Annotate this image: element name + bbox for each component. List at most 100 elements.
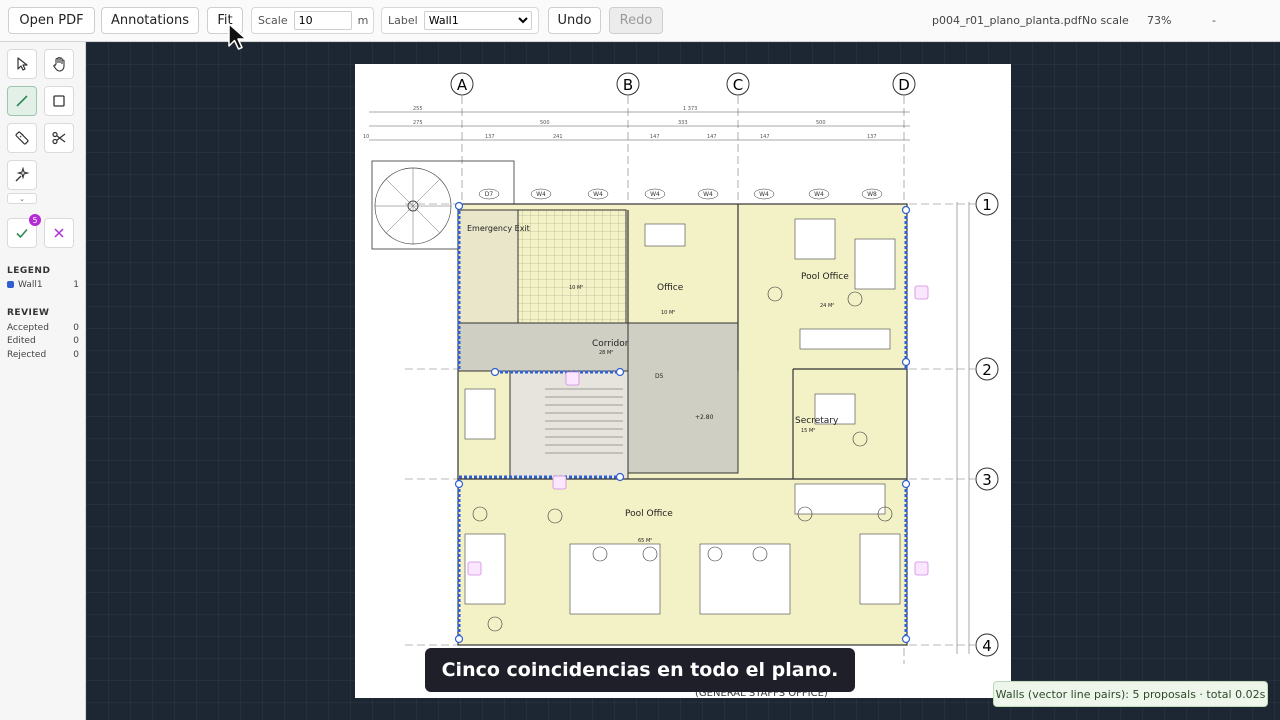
wc-room [517,209,627,324]
dimension-text: 275 [413,120,423,126]
pan-tool-button[interactable] [44,49,74,79]
axis-label: B [623,76,633,94]
review-label: Edited [7,336,36,346]
axis-label: 4 [982,637,992,655]
review-row-edited: Edited 0 [7,336,79,346]
room-area: 24 M² [820,303,834,309]
review-label: Accepted [7,323,49,333]
room-label: Secretary [795,416,839,426]
legend-item[interactable]: Wall1 1 [7,280,79,290]
dimension-text: 137 [867,134,877,140]
top-toolbar: Open PDF Annotations Fit Scale m Label W… [0,0,1280,42]
hand-icon [53,56,65,72]
legend-item-count: 1 [73,280,79,290]
expand-tools-button[interactable]: ⌄ [7,193,37,204]
line-tool-button[interactable] [7,86,37,116]
magic-wand-icon [15,167,30,182]
door-tag: W4 [759,191,769,198]
cut-tool-button[interactable] [44,123,74,153]
room-label: Corridor [592,339,629,349]
chevron-down-icon: ⌄ [19,194,25,203]
auto-detect-button[interactable] [7,160,37,190]
scale-group: Scale m [251,7,374,34]
door-tags: D7 W4 W4 W4 W4 W4 W4 W8 [478,188,883,200]
axis-label: 1 [982,196,992,214]
room-label: Emergency Exit [467,224,530,233]
door-tag: D7 [485,191,494,198]
room-area: 10 M² [661,310,675,316]
door-tag: W4 [536,191,546,198]
redo-button[interactable]: Redo [609,7,663,34]
rectangle-tool-button[interactable] [44,86,74,116]
check-icon [16,228,28,239]
legend-title: LEGEND [7,266,51,276]
status-dash: - [1212,14,1216,27]
accept-all-button[interactable]: 5 [7,214,41,248]
dimension-text: 255 [413,106,423,112]
review-row-rejected: Rejected 0 [7,350,79,360]
dimension-text: 10 [363,134,369,140]
pending-count-badge: 5 [29,214,41,226]
line-icon [16,95,28,107]
dimension-text: 1 373 [683,106,697,112]
open-pdf-button[interactable]: Open PDF [8,7,95,34]
close-icon [54,228,64,238]
review-title: REVIEW [7,308,50,318]
label-group: Label Wall1 [381,7,539,34]
undo-button[interactable]: Undo [548,7,601,34]
annotations-button[interactable]: Annotations [101,7,199,34]
room-area: 28 M² [599,350,613,356]
file-name: p004_r01_plano_planta.pdf [932,14,1082,27]
room-label: Office [657,283,684,293]
door-tag: W4 [814,191,824,198]
dimension-text: 137 [485,134,495,140]
square-icon [53,95,65,107]
scale-label: Scale [258,14,288,27]
reject-all-button[interactable] [44,218,74,248]
ruler-icon [15,131,29,145]
axis-label: 3 [982,471,992,489]
select-tool-button[interactable] [7,49,37,79]
axis-label: 2 [982,361,992,379]
scale-unit: m [357,14,369,27]
room-area: 15 M² [801,428,815,434]
drawing-canvas[interactable]: A B C D 1 2 3 4 255 1 373 275 500 333 50… [86,42,1280,720]
dimension-text: 500 [540,120,550,126]
label-select[interactable]: Wall1 [423,11,532,30]
measure-tool-button[interactable] [7,123,37,153]
pointer-icon [17,57,28,71]
scale-input[interactable] [293,11,352,30]
lobby-area [627,322,739,474]
review-label: Rejected [7,350,47,360]
caption-banner: Cinco coincidencias en todo el plano. [425,648,855,692]
pdf-page[interactable]: A B C D 1 2 3 4 255 1 373 275 500 333 50… [355,64,1011,698]
dimension-text: 333 [678,120,688,126]
stair-core [509,370,629,480]
door-tag: W8 [867,191,877,198]
axis-label: D [898,76,910,94]
scale-status: No scale [1082,14,1129,27]
room-area: 10 M² [569,285,583,291]
zoom-level: 73% [1147,14,1172,27]
door-tag: W4 [703,191,713,198]
scissors-icon [52,131,66,145]
legend-item-label: Wall1 [18,280,43,290]
axis-label: C [733,76,743,94]
review-count: 0 [73,350,79,360]
review-count: 0 [73,336,79,346]
review-count: 0 [73,323,79,333]
dimension-text: 147 [760,134,770,140]
tool-sidebar: ⌄ 5 LEGEND Wall1 1 REVIEW Accepted 0 Edi… [0,42,86,720]
status-toast: Walls (vector line pairs): 5 proposals ·… [993,681,1268,707]
door-tag: W4 [593,191,603,198]
review-row-accepted: Accepted 0 [7,323,79,333]
axis-label: A [457,76,468,94]
room-label: Pool Office [625,509,673,519]
dimension-text: 147 [650,134,660,140]
dimension-text: 241 [553,134,563,140]
mouse-cursor-icon [228,23,247,50]
label-label: Label [388,14,418,27]
floor-plan-drawing: A B C D 1 2 3 4 255 1 373 275 500 333 50… [363,72,999,698]
door-tag: D5 [655,373,664,380]
legend-color-swatch [7,281,14,288]
